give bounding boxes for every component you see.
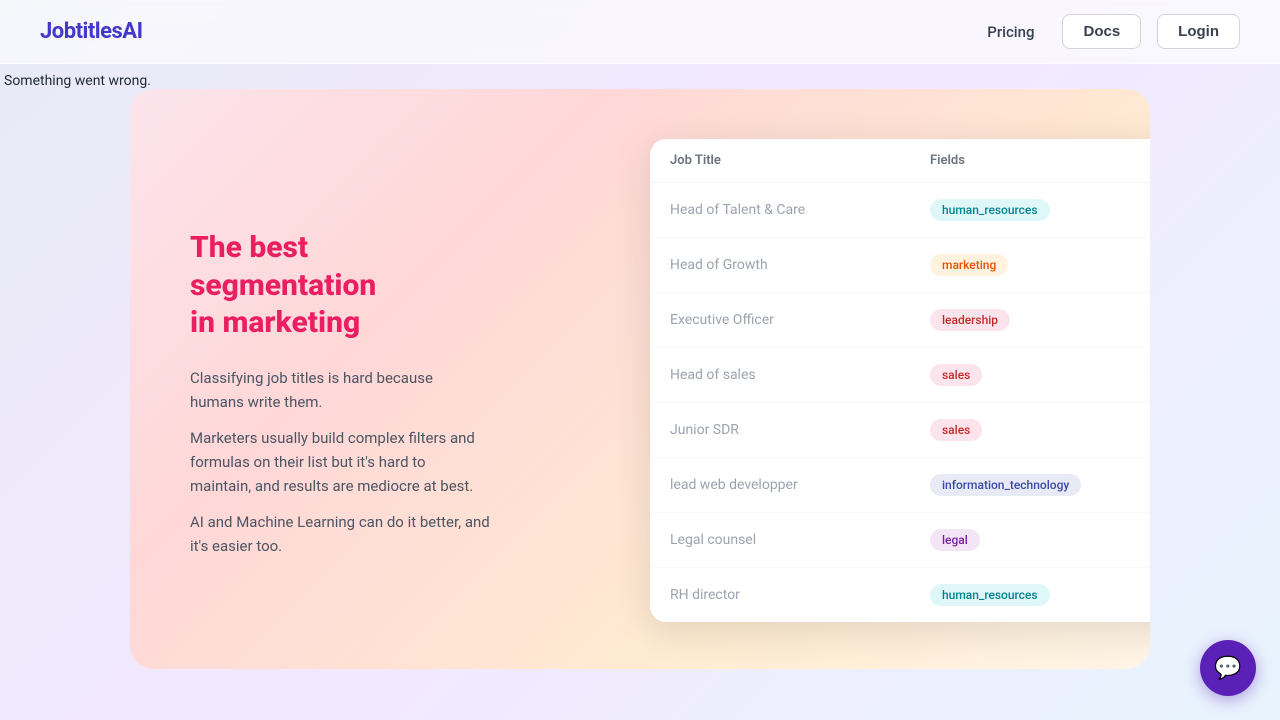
chat-button[interactable]: 💬 — [1200, 640, 1256, 696]
job-title-cell: Junior SDR — [670, 422, 930, 438]
table-row: Head of Growth marketing dire... — [650, 238, 1150, 293]
table-header: Job Title Fields Role — [650, 139, 1150, 183]
hero-title: The best segmentation in marketing — [190, 229, 490, 342]
col-fields: Fields — [930, 153, 1150, 168]
table-row: Executive Officer leadership exe... — [650, 293, 1150, 348]
table-row: RH director human_resources dire... — [650, 568, 1150, 622]
table-card: Job Title Fields Role Head of Talent & C… — [650, 139, 1150, 622]
field-tag: sales — [930, 419, 1150, 441]
hero-desc-1: Classifying job titles is hard because h… — [190, 366, 490, 414]
field-tag: human_resources — [930, 584, 1150, 606]
hero-card: The best segmentation in marketing Class… — [130, 89, 1150, 669]
job-title-cell: Head of Growth — [670, 257, 930, 273]
table-row: lead web developper information_technolo… — [650, 458, 1150, 513]
job-title-cell: Legal counsel — [670, 532, 930, 548]
job-title-cell: Head of Talent & Care — [670, 202, 930, 218]
table-row: Junior SDR sales entr... — [650, 403, 1150, 458]
table-row: Legal counsel legal con... — [650, 513, 1150, 568]
job-title-cell: Head of sales — [670, 367, 930, 383]
header: JobtitlesAI Pricing Docs Login — [0, 0, 1280, 64]
main-content: The best segmentation in marketing Class… — [0, 89, 1280, 669]
field-tag: legal — [930, 529, 1150, 551]
col-job-title: Job Title — [670, 153, 930, 168]
job-title-cell: Executive Officer — [670, 312, 930, 328]
table-row: Head of sales sales ma... — [650, 348, 1150, 403]
field-tag: sales — [930, 364, 1150, 386]
table-body: Head of Talent & Care human_resources di… — [650, 183, 1150, 622]
job-title-cell: RH director — [670, 587, 930, 603]
table-row: Head of Talent & Care human_resources di… — [650, 183, 1150, 238]
field-tag: information_technology — [930, 474, 1150, 496]
job-title-cell: lead web developper — [670, 477, 930, 493]
hero-desc-2: Marketers usually build complex filters … — [190, 426, 490, 498]
pricing-link[interactable]: Pricing — [975, 17, 1046, 47]
field-tag: human_resources — [930, 199, 1150, 221]
hero-desc-3: AI and Machine Learning can do it better… — [190, 510, 490, 558]
chat-icon: 💬 — [1214, 656, 1241, 681]
docs-button[interactable]: Docs — [1062, 14, 1141, 49]
hero-left: The best segmentation in marketing Class… — [130, 89, 530, 669]
field-tag: marketing — [930, 254, 1150, 276]
field-tag: leadership — [930, 309, 1150, 331]
login-button[interactable]: Login — [1157, 14, 1240, 49]
nav: Pricing Docs Login — [975, 14, 1240, 49]
logo[interactable]: JobtitlesAI — [40, 19, 143, 44]
